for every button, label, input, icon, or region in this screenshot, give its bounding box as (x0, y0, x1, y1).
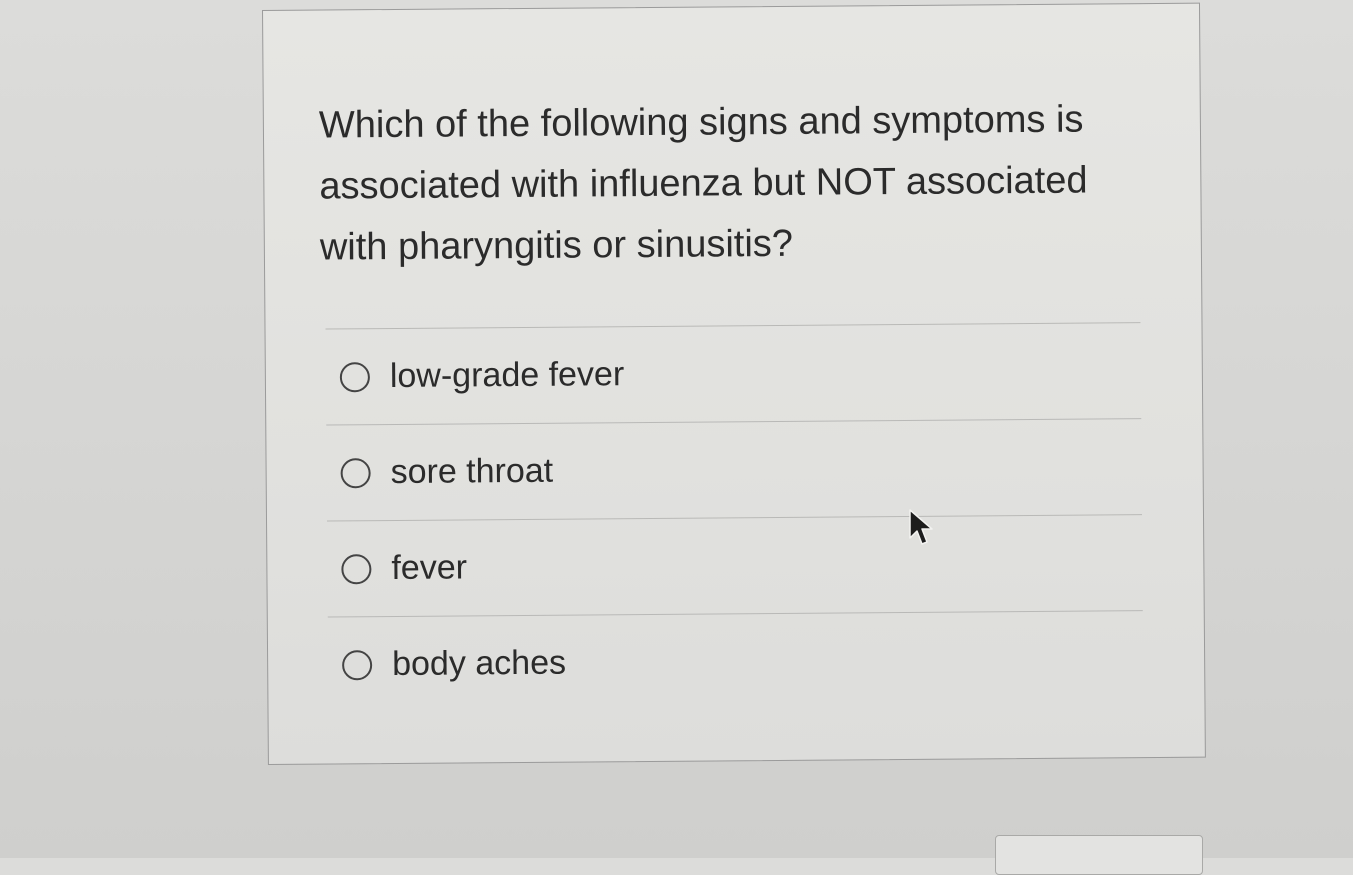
answer-label: low-grade fever (389, 355, 625, 396)
mouse-pointer-icon (909, 509, 933, 545)
answer-label: sore throat (390, 451, 554, 492)
next-button[interactable] (995, 835, 1203, 875)
answer-label: body aches (391, 643, 567, 683)
answer-option-sore-throat[interactable]: sore throat (326, 419, 1142, 520)
radio-unchecked-icon[interactable] (340, 457, 371, 488)
answer-option-low-grade-fever[interactable]: low-grade fever (326, 323, 1142, 424)
radio-unchecked-icon[interactable] (341, 553, 372, 584)
answer-list: low-grade fever sore throat fever body a… (325, 322, 1144, 712)
question-card: Which of the following signs and symptom… (262, 2, 1206, 765)
answer-label: fever (391, 548, 468, 588)
answer-option-fever[interactable]: fever (327, 515, 1143, 616)
question-text: Which of the following signs and symptom… (318, 98, 1088, 269)
answer-option-body-aches[interactable]: body aches (328, 611, 1144, 712)
radio-unchecked-icon[interactable] (339, 361, 371, 392)
radio-unchecked-icon[interactable] (342, 649, 373, 680)
